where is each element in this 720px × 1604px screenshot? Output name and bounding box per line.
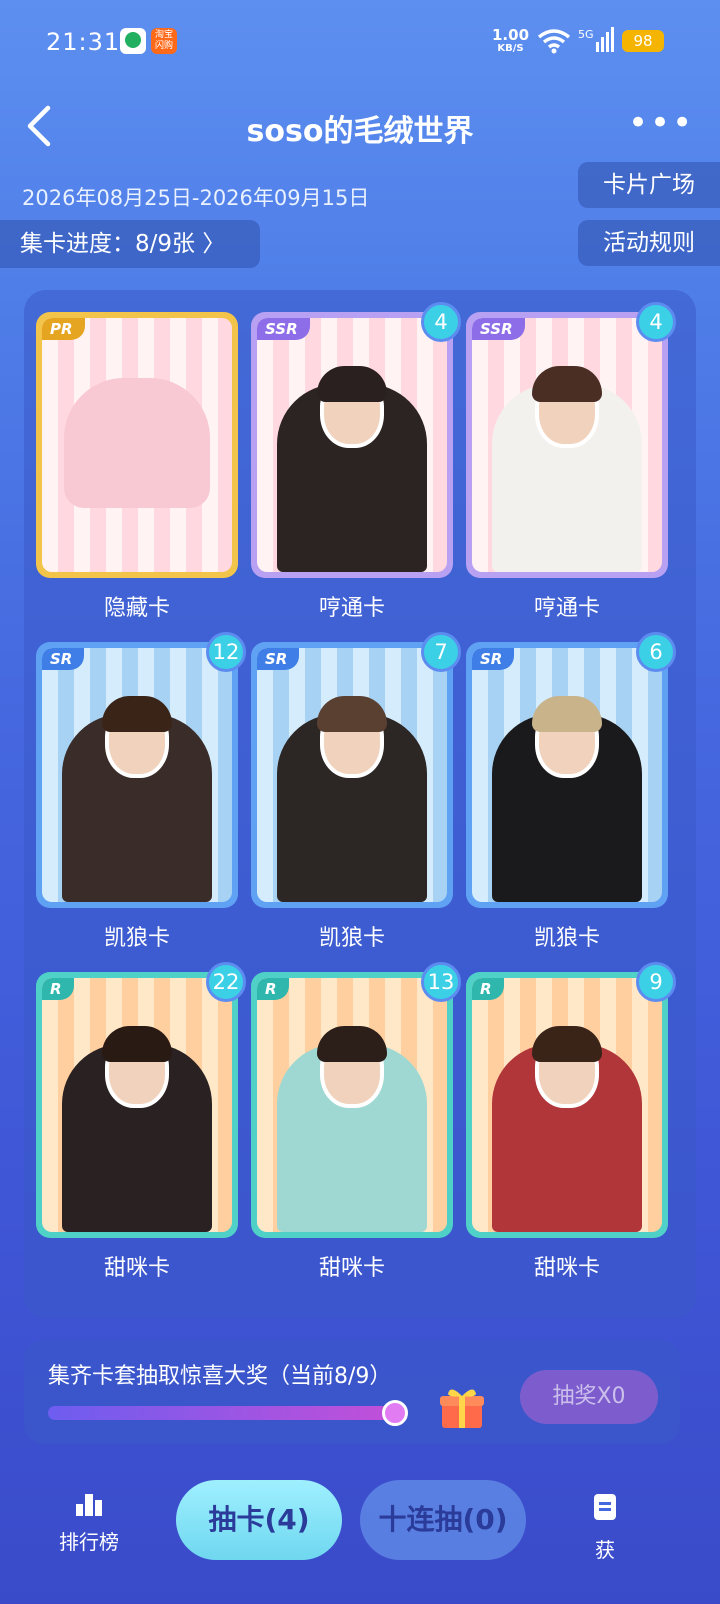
card-artwork: SR: [472, 648, 662, 902]
more-options-button[interactable]: •••: [628, 106, 692, 140]
card-grid: PR 隐藏卡 SSR 4 哼通卡 SSR 4 哼通卡 SR 12 凯狼卡 SR 7 凯狼卡 SR 6 凯狼卡 R 2…: [24, 290, 696, 1318]
portrait-hair: [532, 366, 602, 403]
get-cards-label: 获: [595, 1538, 615, 1562]
app-notification-icon: [120, 28, 146, 54]
ten-draw-button[interactable]: 十连抽(0): [360, 1480, 526, 1560]
card-count-badge: 9: [636, 962, 676, 1002]
portrait-hair: [102, 1026, 172, 1063]
card-caption: 隐藏卡: [103, 596, 170, 621]
prize-progress-bar: [48, 1406, 396, 1420]
card-tier-badge: SR: [257, 648, 300, 670]
card-caption: 凯狼卡: [533, 926, 600, 951]
collectible-card[interactable]: R 22 甜咪卡: [36, 962, 246, 1281]
page-title: soso的毛绒世界: [246, 114, 474, 149]
collectible-card[interactable]: SR 6 凯狼卡: [466, 632, 676, 951]
status-time: 21:31: [46, 28, 121, 56]
card-tier-badge: R: [257, 978, 289, 1000]
card-caption: 甜咪卡: [318, 1256, 385, 1281]
card-square-button[interactable]: 卡片广场: [578, 162, 720, 208]
card-count-badge: 6: [636, 632, 676, 672]
card-caption: 甜咪卡: [533, 1256, 600, 1281]
draw-card-button[interactable]: 抽卡(4): [176, 1480, 342, 1560]
card-count-badge: 7: [421, 632, 461, 672]
portrait-hair: [532, 696, 602, 733]
svg-text:5G: 5G: [578, 28, 594, 41]
prize-progress-knob: [382, 1400, 409, 1426]
event-date-range: 2026年08月25日-2026年09月15日: [22, 186, 370, 210]
collectible-card[interactable]: SSR 4 哼通卡: [251, 302, 461, 621]
collectible-card[interactable]: PR 隐藏卡: [36, 312, 238, 621]
card-tier-badge: SR: [42, 648, 85, 670]
card-caption: 甜咪卡: [103, 1256, 170, 1281]
grand-prize-text: 集齐卡套抽取惊喜大奖（当前8/9）: [48, 1364, 392, 1389]
card-artwork: SSR: [472, 318, 662, 572]
ranking-tab[interactable]: 排行榜: [52, 1492, 126, 1555]
card-artwork: SR: [257, 648, 447, 902]
card-count-badge: 4: [421, 302, 461, 342]
card-count-badge: 12: [206, 632, 246, 672]
card-count-badge: 13: [421, 962, 461, 1002]
collectible-card[interactable]: R 9 甜咪卡: [466, 962, 676, 1281]
card-caption: 哼通卡: [533, 596, 600, 621]
battery-indicator: 98: [622, 30, 664, 52]
card-caption: 凯狼卡: [103, 926, 170, 951]
card-artwork: R: [257, 978, 447, 1232]
network-speed: 1.00 KB/S: [492, 26, 530, 55]
card-caption: 哼通卡: [318, 596, 385, 621]
gift-icon: [440, 1389, 484, 1428]
hidden-card-art: [64, 378, 210, 508]
card-tier-badge: R: [42, 978, 74, 1000]
collectible-card[interactable]: R 13 甜咪卡: [251, 962, 461, 1281]
collection-progress[interactable]: 集卡进度：8/9张 〉: [0, 220, 260, 268]
portrait-hair: [317, 366, 387, 403]
collectible-card[interactable]: SSR 4 哼通卡: [466, 302, 676, 621]
get-cards-tab[interactable]: 获: [550, 1492, 660, 1563]
portrait-hair: [532, 1026, 602, 1063]
wifi-icon: [537, 29, 571, 54]
taobao-notification-icon: 淘宝 闪购: [151, 28, 177, 54]
signal-icon: 5G: [578, 27, 614, 52]
card-caption: 凯狼卡: [318, 926, 385, 951]
card-tier-badge: SSR: [257, 318, 310, 340]
card-tier-badge: SSR: [472, 318, 525, 340]
portrait-hair: [317, 696, 387, 733]
rules-button[interactable]: 活动规则: [578, 220, 720, 266]
portrait-hair: [317, 1026, 387, 1063]
grand-prize-panel: 集齐卡套抽取惊喜大奖（当前8/9） 抽奖X0: [24, 1340, 680, 1444]
portrait-hair: [102, 696, 172, 733]
status-bar: 21:31 淘宝 闪购 1.00 KB/S 5G 98: [0, 0, 720, 80]
card-tier-badge: PR: [42, 318, 85, 340]
prize-draw-button[interactable]: 抽奖X0: [520, 1370, 658, 1424]
card-artwork: SR: [42, 648, 232, 902]
collectible-card[interactable]: SR 7 凯狼卡: [251, 632, 461, 951]
card-count-badge: 4: [636, 302, 676, 342]
card-artwork: R: [42, 978, 232, 1232]
document-icon: [594, 1494, 616, 1520]
ranking-icon: [76, 1494, 102, 1516]
card-artwork: R: [472, 978, 662, 1232]
ranking-label: 排行榜: [59, 1530, 119, 1554]
card-tier-badge: SR: [472, 648, 515, 670]
card-count-badge: 22: [206, 962, 246, 1002]
card-artwork: PR: [42, 318, 232, 572]
collectible-card[interactable]: SR 12 凯狼卡: [36, 632, 246, 951]
card-tier-badge: R: [472, 978, 504, 1000]
card-artwork: SSR: [257, 318, 447, 572]
